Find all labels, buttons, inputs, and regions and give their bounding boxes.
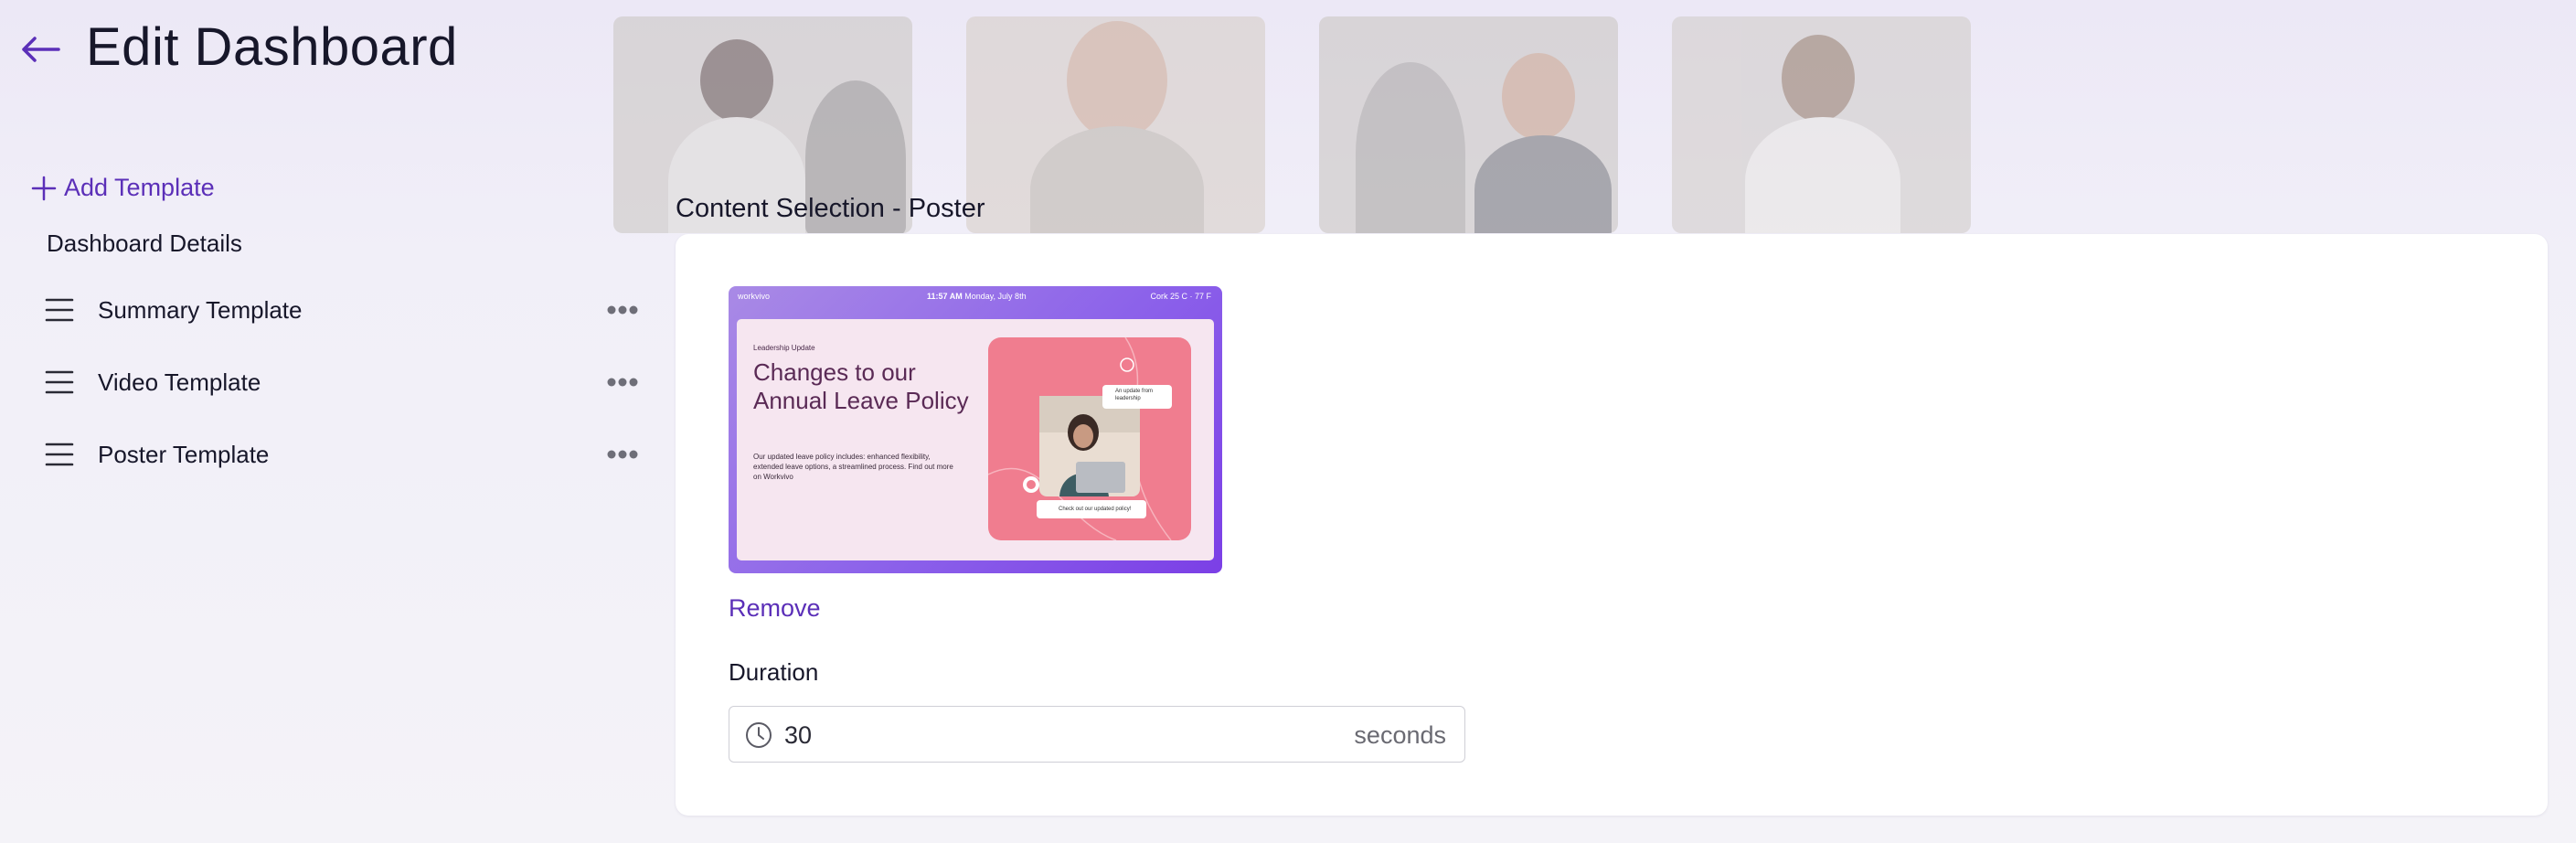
add-template-label: Add Template xyxy=(64,174,215,201)
page-title: Edit Dashboard xyxy=(86,17,458,77)
back-arrow-icon[interactable] xyxy=(18,31,62,68)
duration-input[interactable] xyxy=(782,716,1298,754)
more-options-icon[interactable] xyxy=(607,449,638,460)
add-template-button[interactable]: Add Template xyxy=(31,174,215,202)
poster-brand: workvivo xyxy=(738,292,771,301)
poster-chip-top: An update from leadership xyxy=(1102,385,1172,409)
background-photo-3 xyxy=(1319,16,1618,233)
background-photo-2 xyxy=(966,16,1265,233)
more-options-icon[interactable] xyxy=(607,377,638,388)
drag-handle-icon[interactable] xyxy=(44,296,75,324)
poster-preview[interactable]: workvivo 11:57 AM Monday, July 8th Cork … xyxy=(729,286,1222,573)
poster-headline: Changes to our Annual Leave Policy xyxy=(753,358,969,414)
content-selection-title: Content Selection - Poster xyxy=(676,194,985,223)
drag-handle-icon[interactable] xyxy=(44,441,75,468)
drag-handle-icon[interactable] xyxy=(44,368,75,396)
plus-icon xyxy=(31,176,57,200)
poster-kicker: Leadership Update xyxy=(753,344,815,352)
poster-chip-bottom: Check out our updated policy! xyxy=(1037,500,1146,518)
dashboard-details-heading: Dashboard Details xyxy=(47,229,242,257)
duration-unit: seconds xyxy=(1354,721,1446,749)
template-item-summary[interactable]: Summary Template xyxy=(44,283,638,337)
template-item-video[interactable]: Video Template xyxy=(44,355,638,410)
template-item-label: Poster Template xyxy=(98,440,270,468)
background-photo-4 xyxy=(1672,16,1971,233)
more-options-icon[interactable] xyxy=(607,304,638,315)
template-item-label: Video Template xyxy=(98,368,261,396)
duration-field[interactable]: seconds xyxy=(729,706,1465,763)
remove-button[interactable]: Remove xyxy=(729,594,821,623)
duration-label: Duration xyxy=(729,658,819,686)
clock-icon xyxy=(746,722,772,748)
template-item-label: Summary Template xyxy=(98,295,303,324)
poster-topbar: workvivo 11:57 AM Monday, July 8th Cork … xyxy=(729,286,1222,308)
template-item-poster[interactable]: Poster Template xyxy=(44,427,638,482)
poster-body-text: Our updated leave policy includes: enhan… xyxy=(753,453,953,481)
poster-time: 11:57 AM Monday, July 8th xyxy=(927,292,1027,301)
poster-weather: Cork 25 C · 77 F xyxy=(1150,292,1211,301)
